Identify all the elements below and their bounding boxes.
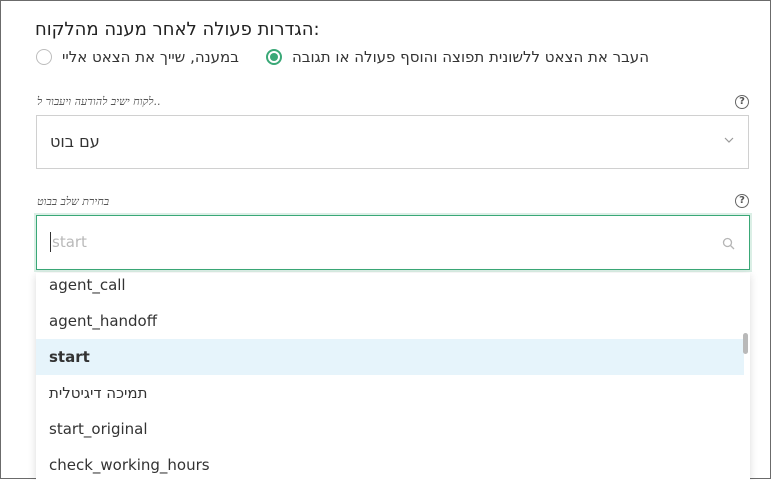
dropdown-option[interactable]: start_original: [36, 411, 744, 447]
radio-unchecked-icon[interactable]: [36, 49, 52, 65]
chevron-down-icon: [724, 137, 734, 143]
field-bot-step-label: בחירת שלב בבוט: [37, 195, 110, 208]
settings-panel: הגדרות פעולה לאחר מענה מהלקוח: העבר את ה…: [0, 0, 771, 480]
radio-option-forward[interactable]: העבר את הצאט ללשונית תפוצה והוסף פעולה א…: [266, 46, 671, 68]
radio-option-assign-me-label: במענה, שייך את הצאט אליי: [62, 48, 239, 66]
radio-option-assign-me[interactable]: במענה, שייך את הצאט אליי: [36, 46, 246, 68]
dropdown-option-selected[interactable]: start: [36, 339, 744, 375]
radio-checked-icon[interactable]: [266, 49, 282, 65]
panel-title: הגדרות פעולה לאחר מענה מהלקוח:: [35, 19, 320, 40]
dropdown-option[interactable]: agent_handoff: [36, 303, 744, 339]
help-icon[interactable]: ?: [735, 194, 749, 208]
dropdown-option[interactable]: check_working_hours: [36, 447, 744, 480]
next-step-select[interactable]: עם בוט: [36, 115, 749, 169]
radio-option-forward-label: העבר את הצאט ללשונית תפוצה והוסף פעולה א…: [292, 48, 649, 66]
bot-step-dropdown[interactable]: agent_call agent_handoff start תמיכה דיג…: [36, 273, 750, 480]
field-next-step-label: לקוח ישיב להודעה ויעבור ל..: [37, 95, 161, 108]
dropdown-option[interactable]: תמיכה דיגיטלית: [36, 375, 744, 411]
bot-step-search-box[interactable]: [36, 215, 750, 270]
text-caret: [50, 232, 51, 252]
help-icon[interactable]: ?: [735, 95, 749, 109]
bot-step-search-input[interactable]: [52, 230, 692, 254]
search-icon: [722, 237, 735, 250]
dropdown-scrollbar[interactable]: [743, 333, 748, 354]
dropdown-option[interactable]: agent_call: [36, 273, 744, 303]
next-step-select-value: עם בוט: [50, 132, 100, 151]
